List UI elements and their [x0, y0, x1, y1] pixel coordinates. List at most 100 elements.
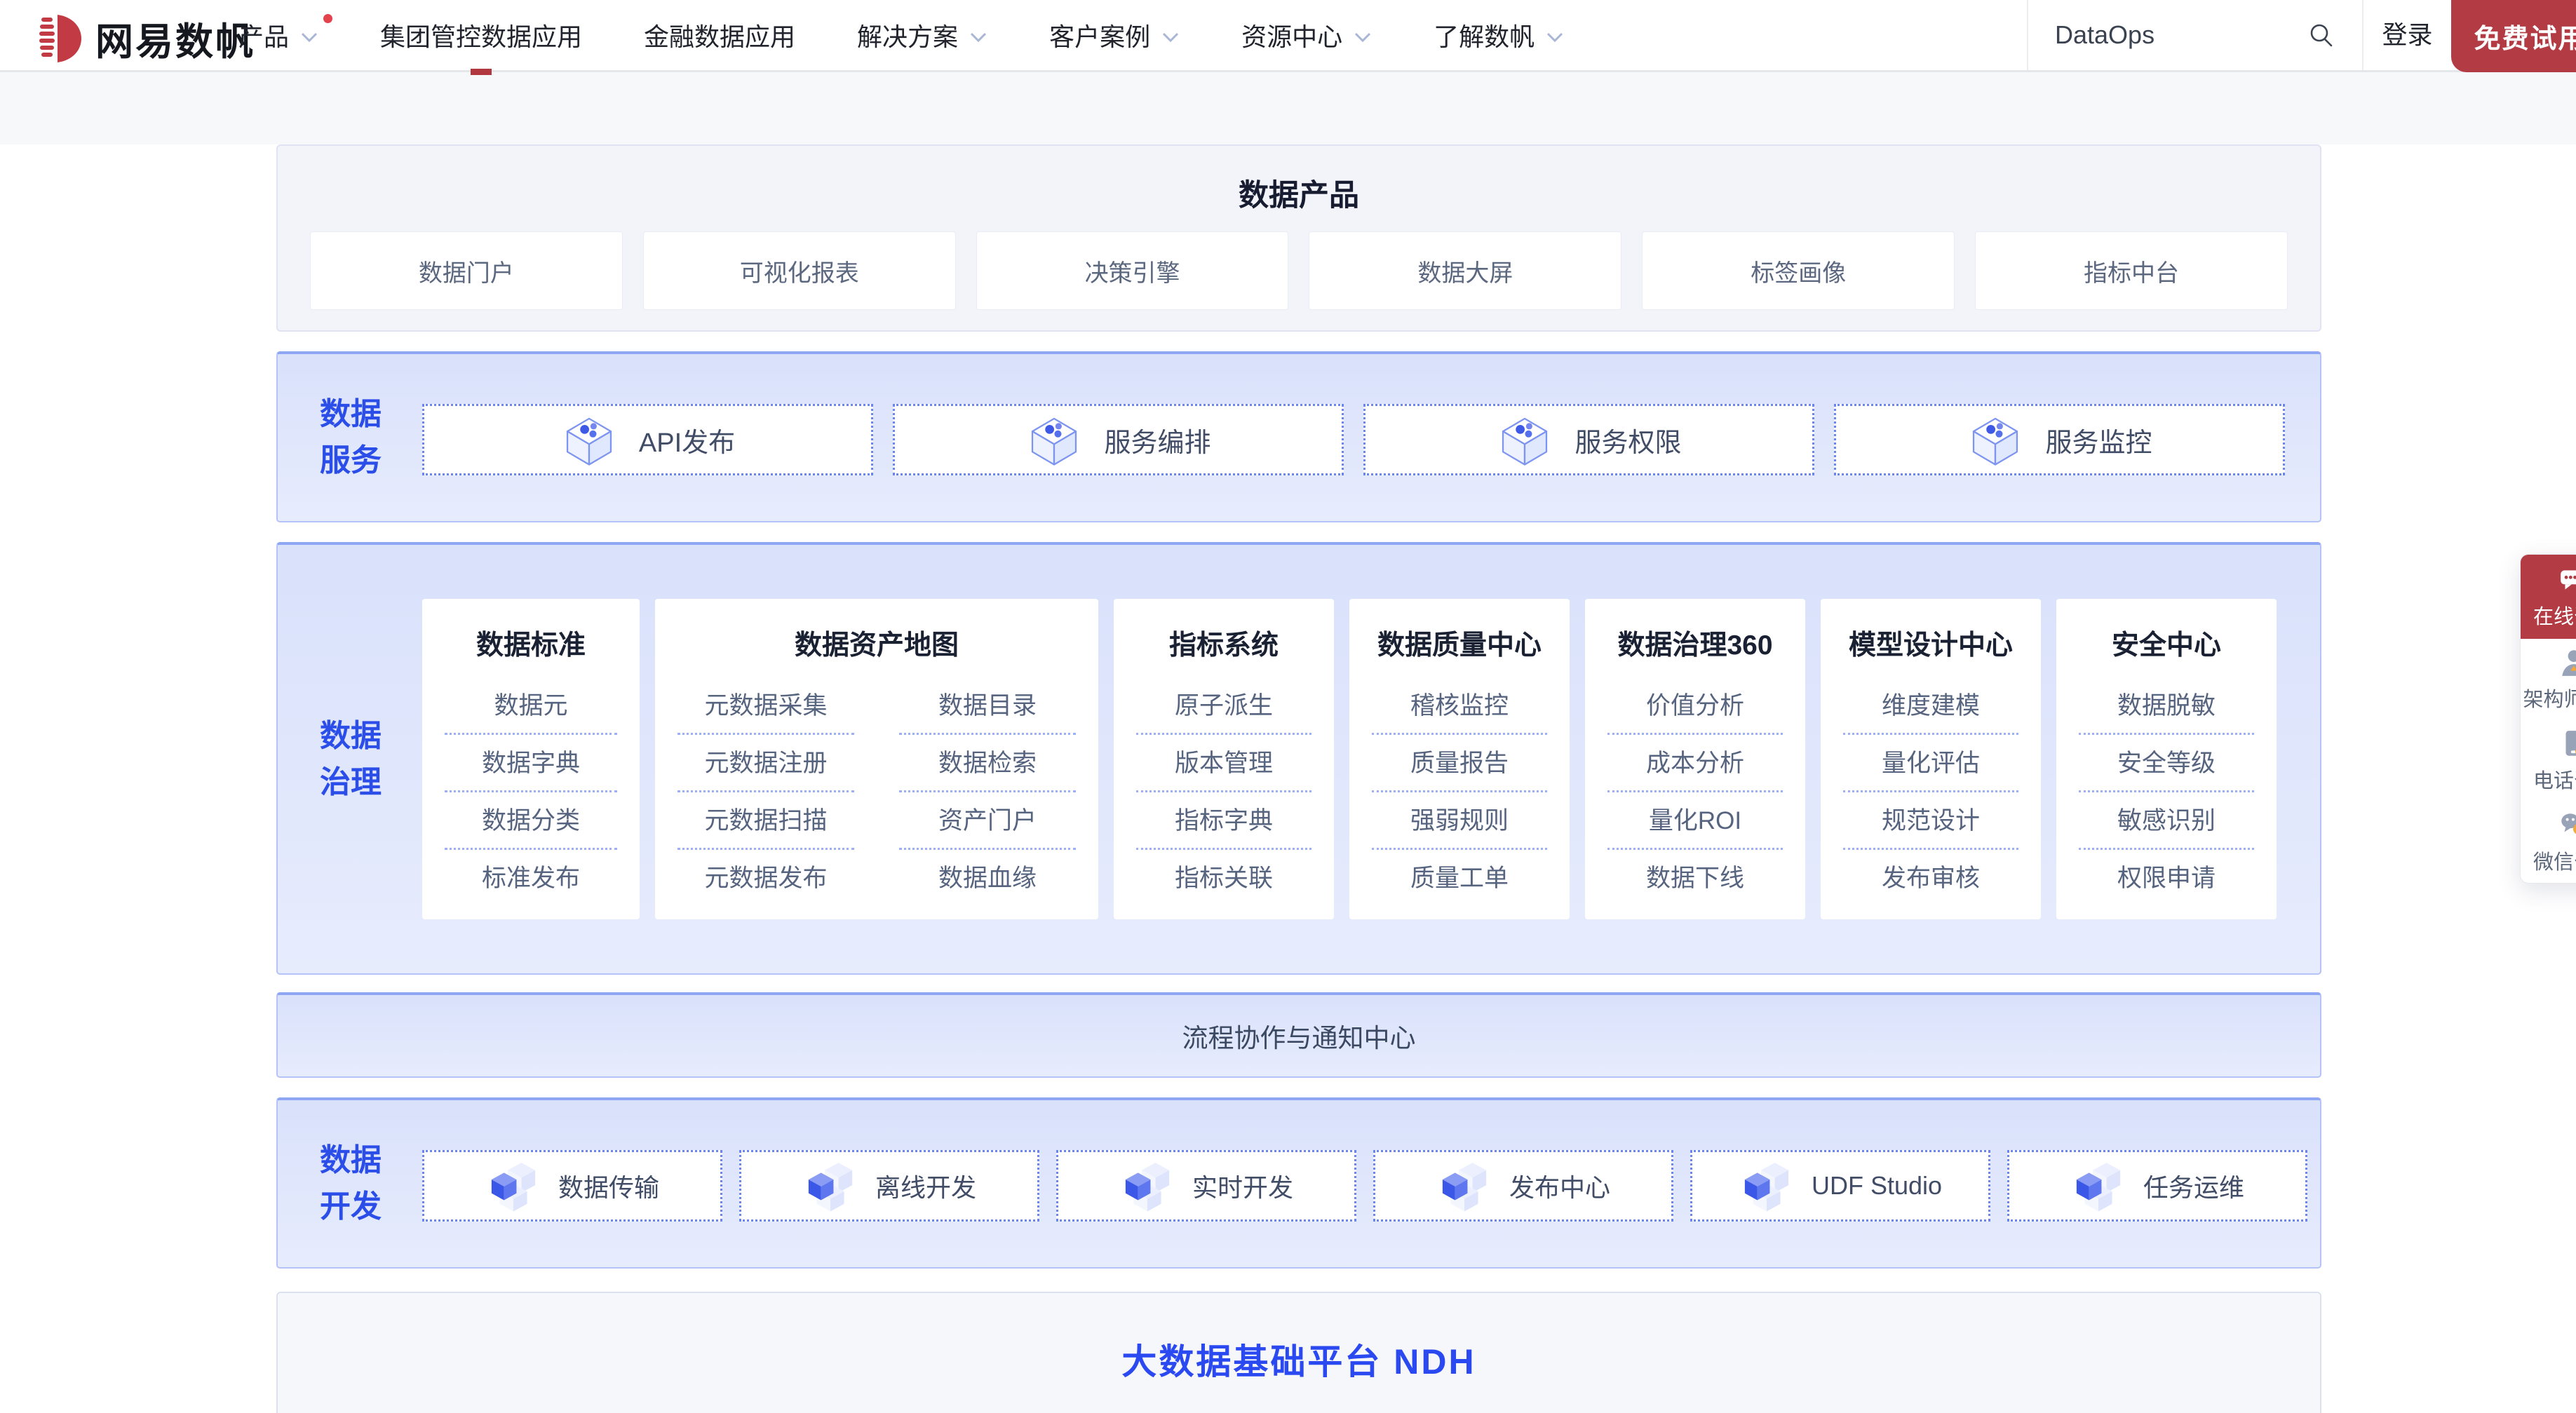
development-card[interactable]: 发布中心 — [1373, 1150, 1673, 1222]
product-card[interactable]: 数据门户 — [310, 231, 623, 310]
product-card[interactable]: 决策引擎 — [976, 231, 1289, 310]
governance-item[interactable]: 数据血缘 — [877, 850, 1098, 907]
chevron-down-icon — [1161, 32, 1180, 43]
governance-item[interactable]: 规范设计 — [1821, 792, 2041, 850]
development-card[interactable]: 数据传输 — [422, 1150, 722, 1222]
governance-group: 数据目录数据检索资产门户数据血缘 — [877, 677, 1098, 907]
development-card[interactable]: 离线开发 — [739, 1150, 1039, 1222]
governance-item[interactable]: 原子派生 — [1114, 677, 1334, 735]
governance-item[interactable]: 数据元 — [422, 677, 640, 735]
chat-icon — [2558, 564, 2576, 596]
support-item-label: 在线咨询 — [2533, 600, 2576, 630]
governance-item[interactable]: 维度建模 — [1821, 677, 2041, 735]
governance-item[interactable]: 指标字典 — [1114, 792, 1334, 850]
governance-item[interactable]: 量化ROI — [1585, 792, 1805, 850]
governance-item[interactable]: 资产门户 — [877, 792, 1098, 850]
governance-column-title[interactable]: 数据标准 — [422, 623, 640, 669]
governance-item[interactable]: 标准发布 — [422, 850, 640, 907]
governance-item[interactable]: 数据下线 — [1585, 850, 1805, 907]
governance-column-title[interactable]: 模型设计中心 — [1821, 623, 2041, 669]
nav-item-0[interactable]: 产品 — [238, 0, 318, 70]
governance-item[interactable]: 元数据注册 — [655, 735, 877, 792]
governance-item[interactable]: 数据分类 — [422, 792, 640, 850]
product-card[interactable]: 数据大屏 — [1309, 231, 1621, 310]
support-item[interactable]: 微信咨询 — [2521, 802, 2576, 883]
section-title: 数据产品 — [278, 171, 2320, 215]
service-card[interactable]: 服务编排 — [893, 404, 1344, 475]
nav-item-label: 集团管控数据应用 — [380, 17, 582, 53]
card-label: 服务权限 — [1574, 421, 1681, 459]
governance-item[interactable]: 敏感识别 — [2056, 792, 2277, 850]
governance-item[interactable]: 版本管理 — [1114, 735, 1334, 792]
governance-item[interactable]: 成本分析 — [1585, 735, 1805, 792]
support-item[interactable]: 电话咨询 — [2521, 720, 2576, 802]
governance-item[interactable]: 量化评估 — [1821, 735, 2041, 792]
nav-item-6[interactable]: 了解数帆 — [1434, 0, 1564, 70]
governance-item[interactable]: 数据目录 — [877, 677, 1098, 735]
nav-item-5[interactable]: 资源中心 — [1241, 0, 1372, 70]
governance-groups: 数据脱敏安全等级敏感识别权限申请 — [2056, 677, 2277, 907]
card-label: 离线开发 — [875, 1168, 976, 1204]
governance-item[interactable]: 权限申请 — [2056, 850, 2277, 907]
governance-columns: 数据标准数据元数据字典数据分类标准发布 数据资产地图元数据采集元数据注册元数据扫描… — [422, 599, 2277, 919]
governance-column-title[interactable]: 数据资产地图 — [655, 623, 1098, 669]
service-cube-icon — [1025, 411, 1083, 468]
search-icon — [2307, 21, 2335, 49]
ndh-platform-link[interactable]: 大数据基础平台 NDH — [1121, 1334, 1476, 1413]
development-card[interactable]: UDF Studio — [1690, 1150, 1990, 1222]
governance-column-title[interactable]: 数据质量中心 — [1349, 623, 1570, 669]
card-label: API发布 — [639, 421, 735, 459]
product-card[interactable]: 可视化报表 — [643, 231, 956, 310]
governance-column-title[interactable]: 安全中心 — [2056, 623, 2277, 669]
governance-item[interactable]: 指标关联 — [1114, 850, 1334, 907]
support-item-label: 架构师咨询 — [2523, 683, 2576, 712]
governance-item[interactable]: 价值分析 — [1585, 677, 1805, 735]
nav-item-4[interactable]: 客户案例 — [1049, 0, 1180, 70]
chevron-down-icon — [969, 32, 987, 43]
dev-cube-icon — [1436, 1158, 1492, 1214]
product-card[interactable]: 指标中台 — [1975, 231, 2288, 310]
governance-item[interactable]: 发布审核 — [1821, 850, 2041, 907]
service-card[interactable]: API发布 — [422, 404, 873, 475]
service-cube-icon — [1496, 411, 1553, 468]
support-item[interactable]: 架构师咨询 — [2521, 639, 2576, 720]
nav-item-3[interactable]: 解决方案 — [857, 0, 987, 70]
new-badge-dot — [323, 14, 332, 23]
governance-item[interactable]: 安全等级 — [2056, 735, 2277, 792]
band-label-line: 数据 — [309, 1137, 393, 1184]
nav-item-label: 解决方案 — [857, 17, 958, 53]
product-card[interactable]: 标签画像 — [1642, 231, 1955, 310]
nav-item-1[interactable]: 集团管控数据应用 — [380, 0, 582, 70]
governance-item[interactable]: 数据字典 — [422, 735, 640, 792]
governance-item[interactable]: 稽核监控 — [1349, 677, 1570, 735]
logo-mark-icon — [38, 13, 83, 64]
governance-groups: 价值分析成本分析量化ROI数据下线 — [1585, 677, 1805, 907]
service-card[interactable]: 服务监控 — [1834, 404, 2285, 475]
free-trial-button[interactable]: 免费试用 — [2451, 0, 2576, 72]
governance-item[interactable]: 质量工单 — [1349, 850, 1570, 907]
governance-group: 数据脱敏安全等级敏感识别权限申请 — [2056, 677, 2277, 907]
governance-item[interactable]: 元数据采集 — [655, 677, 877, 735]
support-item[interactable]: 在线咨询 — [2521, 555, 2576, 639]
nav-item-2[interactable]: 金融数据应用 — [644, 0, 795, 70]
governance-item[interactable]: 元数据扫描 — [655, 792, 877, 850]
governance-column-title[interactable]: 指标系统 — [1114, 623, 1334, 669]
logo[interactable]: 网易数帆 — [38, 11, 255, 66]
governance-item[interactable]: 数据脱敏 — [2056, 677, 2277, 735]
nav-item-label: 了解数帆 — [1434, 17, 1535, 53]
governance-item[interactable]: 强弱规则 — [1349, 792, 1570, 850]
development-card[interactable]: 任务运维 — [2007, 1150, 2307, 1222]
login-button[interactable]: 登录 — [2363, 0, 2451, 70]
page: 网易数帆 产品 集团管控数据应用 金融数据应用 解决方案 客户案例 资源中心 了解数帆 Da… — [0, 0, 2576, 1413]
governance-item[interactable]: 元数据发布 — [655, 850, 877, 907]
service-card[interactable]: 服务权限 — [1363, 404, 1814, 475]
governance-item[interactable]: 质量报告 — [1349, 735, 1570, 792]
search-input[interactable]: DataOps — [2027, 0, 2363, 70]
development-card[interactable]: 实时开发 — [1056, 1150, 1356, 1222]
governance-item[interactable]: 数据检索 — [877, 735, 1098, 792]
card-label: 服务监控 — [2045, 421, 2152, 459]
service-cube-icon — [560, 411, 618, 468]
governance-column-title[interactable]: 数据治理360 — [1585, 623, 1805, 669]
nav-item-label: 资源中心 — [1241, 17, 1342, 53]
workflow-notification-band[interactable]: 流程协作与通知中心 — [276, 992, 2321, 1078]
